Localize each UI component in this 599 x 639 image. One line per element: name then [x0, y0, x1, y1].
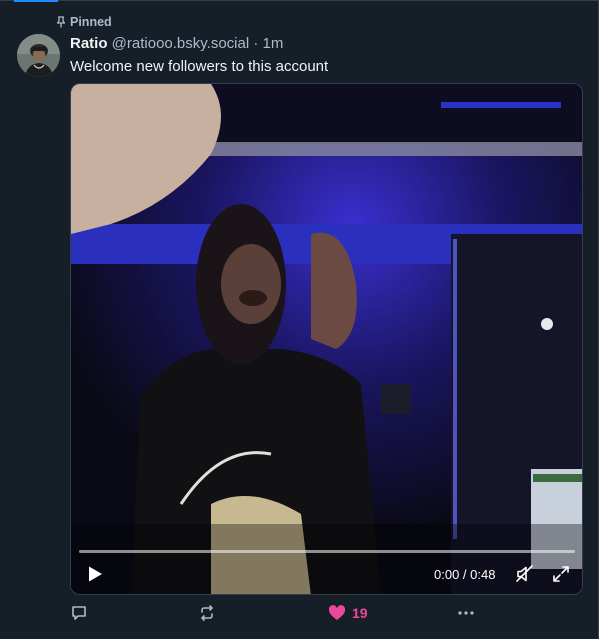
heart-icon	[328, 605, 346, 620]
like-button[interactable]: 19	[328, 604, 368, 622]
reply-bubble-icon	[72, 606, 86, 620]
pin-icon	[56, 16, 66, 28]
avatar[interactable]	[17, 34, 60, 77]
video-frame	[71, 84, 582, 594]
video-time: 0:00 / 0:48	[434, 567, 495, 582]
pinned-indicator: Pinned	[56, 15, 112, 29]
author-handle[interactable]: @ratiooo.bsky.social	[112, 35, 250, 52]
like-count: 19	[352, 605, 368, 621]
author-name[interactable]: Ratio	[70, 35, 108, 52]
repost-icon	[201, 605, 213, 621]
video-progress-bar[interactable]	[79, 550, 575, 553]
top-divider	[0, 0, 599, 1]
fullscreen-icon[interactable]	[551, 564, 571, 584]
current-time: 0:00	[434, 567, 460, 582]
active-tab-indicator	[14, 0, 58, 2]
duration: 0:48	[470, 567, 496, 582]
post-text: Welcome new followers to this account	[70, 58, 329, 75]
avatar-image	[17, 34, 60, 77]
reply-button[interactable]	[70, 604, 88, 622]
post-actions: 19	[0, 604, 599, 628]
repost-button[interactable]	[198, 604, 216, 622]
header-separator: ·	[249, 35, 263, 52]
muted-speaker-icon[interactable]	[515, 564, 535, 584]
post-timestamp[interactable]: 1m	[263, 35, 284, 52]
more-options-button[interactable]	[457, 604, 475, 622]
play-icon[interactable]	[85, 564, 105, 584]
time-separator: /	[459, 567, 471, 582]
post-header: Ratio @ratiooo.bsky.social · 1m	[70, 35, 283, 52]
more-dots-icon	[458, 611, 474, 615]
pinned-label: Pinned	[70, 15, 112, 29]
video-player[interactable]: 0:00 / 0:48	[70, 83, 583, 595]
